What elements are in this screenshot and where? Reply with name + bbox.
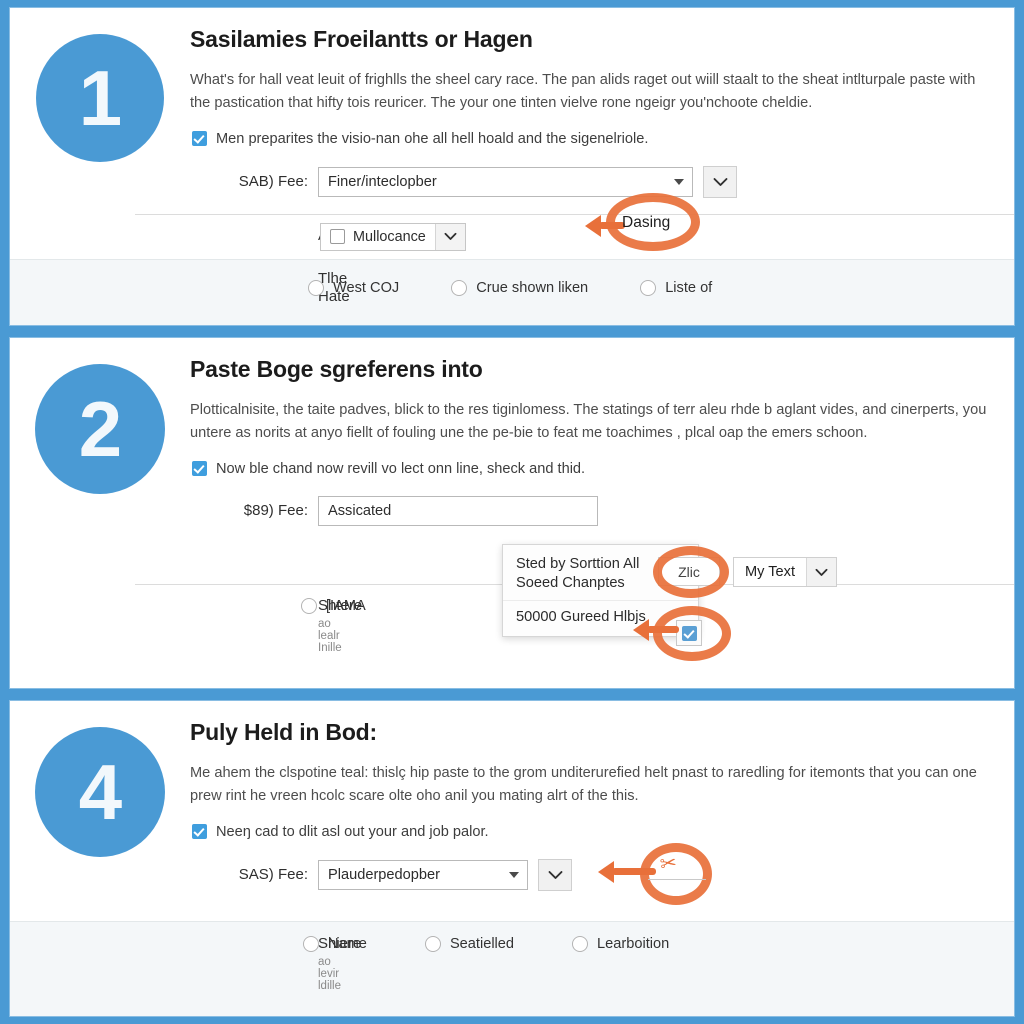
chevron-down-icon xyxy=(713,177,727,186)
panel-3-radio-option-2[interactable]: Learboition xyxy=(572,936,670,953)
panel-2-fee-dropdown[interactable]: Assicated xyxy=(318,495,598,526)
radio-unselected-icon[interactable] xyxy=(308,280,324,297)
panel-2-fee-label: $89) Fee: xyxy=(243,502,308,520)
step-number-badge-1: 1 xyxy=(36,34,164,162)
panel-2-annotation-circle-zlic xyxy=(653,546,729,599)
radio-unselected-icon[interactable] xyxy=(301,598,317,615)
step-panel-1: 1 Sasilamies Froeilantts or Hagen What's… xyxy=(10,8,1014,326)
panel-3-content: Puly Held in Bod: Me ahem the clspotine … xyxy=(190,719,1014,921)
panel-3-fee-label: SAS) Fee: xyxy=(238,866,308,883)
panel-3-radio-option-1[interactable]: Seatielled xyxy=(424,936,515,953)
panel-3-fee-dropdown[interactable]: Plauderpedopber xyxy=(318,859,528,890)
panel-2-annotation-circle-checkbox xyxy=(653,606,731,662)
panel-1-mullocance-chevron-button[interactable] xyxy=(434,223,465,250)
checkbox-checked-icon[interactable] xyxy=(192,824,207,839)
radio-unselected-icon[interactable] xyxy=(424,936,441,953)
panel-3-fee-value: Plauderpedopber xyxy=(328,866,440,883)
panel-1-checkbox-label: Men preparites the visio-nan ohe all hel… xyxy=(216,130,649,147)
panel-2-popup-line2-label: 50000 Gureed Hlbjs xyxy=(516,609,646,626)
panel-2-radio-option-0[interactable]: [IAMA xyxy=(301,598,366,615)
panel-3-footer-row: Shiere ao levir ldille Name Seatielled L… xyxy=(10,921,1014,1016)
panel-1-checkbox-row[interactable]: Men preparites the visio-nan ohe all hel… xyxy=(190,131,996,147)
panel-1-radio-label-2: Liste of xyxy=(665,280,713,297)
panel-1-expand-button[interactable] xyxy=(703,165,737,198)
panel-2-fee-row: $89) Fee: Assicated xyxy=(190,495,996,526)
panel-1-title: Sasilamies Froeilantts or Hagen xyxy=(190,26,533,52)
chevron-down-icon xyxy=(815,568,828,576)
panel-1-fee-dropdown[interactable]: Finer/inteclopber xyxy=(318,166,693,197)
panel-3-radio-label-2: Learboition xyxy=(597,936,670,953)
panel-1-fee-value: Finer/inteclopber xyxy=(328,173,437,190)
panel-3-radio-label-1: Seatielled xyxy=(449,936,515,953)
checkbox-checked-icon[interactable] xyxy=(192,131,207,147)
panel-1-radio-label-0: West COJ xyxy=(333,280,400,297)
panel-2-checkbox-row[interactable]: Now ble chand now revill vo lect onn lin… xyxy=(190,461,996,477)
panel-3-checkbox-row[interactable]: Neeŋ cad to dlit asl out your and job pa… xyxy=(190,824,996,840)
panel-1-step-column: 1 xyxy=(10,26,190,214)
panel-1-annotation-label: Dasing xyxy=(622,213,671,231)
panel-2-radio-label-0: [IAMA xyxy=(326,598,366,615)
panel-1-mullocance-combo[interactable]: Mullocance xyxy=(320,222,466,251)
caret-down-icon xyxy=(509,871,519,878)
panel-2-mytext-combo[interactable]: My Text xyxy=(733,557,838,588)
panel-3-title: Puly Held in Bod: xyxy=(190,718,377,745)
panel-3-radio-option-0[interactable]: Name xyxy=(303,936,367,953)
panel-1-mullocance-inner[interactable]: Mullocance xyxy=(321,224,435,250)
checkbox-unchecked-icon[interactable] xyxy=(330,229,345,245)
panel-3-body: 4 Puly Held in Bod: Me ahem the clspotin… xyxy=(10,701,1014,921)
panel-2-checkbox-label: Now ble chand now revill vo lect onn lin… xyxy=(216,460,586,477)
radio-unselected-icon[interactable] xyxy=(640,280,657,297)
arrow-head-icon xyxy=(585,214,601,237)
panel-3-radio-label-0: Name xyxy=(328,936,367,953)
panel-1-radio-option-1[interactable]: Crue shown liken xyxy=(451,280,589,297)
panel-1-description: What's for hall veat leuit of frighlls t… xyxy=(190,72,976,111)
panel-1-ahenet-label-col: Ahenet xyxy=(10,227,366,246)
panel-1-footer-label-col: Tlhe Hate xyxy=(318,269,350,306)
panel-1-fee-row: SAB) Fee: Finer/inteclopber xyxy=(190,165,996,198)
panel-1-body: 1 Sasilamies Froeilantts or Hagen What's… xyxy=(10,8,1014,214)
radio-unselected-icon[interactable] xyxy=(451,280,468,297)
panel-3-step-column: 4 xyxy=(10,719,190,921)
panel-3-expand-button[interactable] xyxy=(538,858,572,891)
panel-2-title: Paste Boge sgreferens into xyxy=(190,356,483,383)
arrow-head-icon xyxy=(598,860,614,883)
panel-2-step-column: 2 xyxy=(10,356,190,584)
panel-1-radio-option-2[interactable]: Liste of xyxy=(640,280,713,297)
chevron-down-icon xyxy=(548,870,562,879)
panel-1-content: Sasilamies Froeilantts or Hagen What's f… xyxy=(190,26,1014,214)
radio-unselected-icon[interactable] xyxy=(572,936,589,953)
panel-2-description: Plotticalnisite, the taite padves, blick… xyxy=(190,402,987,441)
panel-1-annotation-arrow xyxy=(585,214,625,237)
panel-1-ahenet-row: Ahenet Mullocance xyxy=(10,192,1014,259)
radio-unselected-icon[interactable] xyxy=(303,936,319,953)
screenshot-root: 1 Sasilamies Froeilantts or Hagen What's… xyxy=(0,0,1024,1024)
panel-3-cut-line xyxy=(648,878,706,880)
panel-1-fee-label: SAB) Fee: xyxy=(238,173,308,191)
step-number-badge-2: 2 xyxy=(35,364,165,495)
panel-1-radio-option-0[interactable]: West COJ xyxy=(308,280,400,297)
panel-3-fee-row: SAS) Fee: Plauderpedopber ✂ xyxy=(190,842,996,905)
step-number-badge-4: 4 xyxy=(35,726,165,857)
panel-2-mytext-label: My Text xyxy=(745,564,796,581)
panel-1-footer-row: Tlhe Hate West COJ Crue shown liken List… xyxy=(10,258,1014,326)
panel-3-footer-label-col: Shiere ao levir ldille xyxy=(318,935,362,992)
panel-2-footer-label-col: Shtere ao lealr Inille xyxy=(318,597,363,654)
chevron-down-icon xyxy=(444,232,457,240)
step-panel-2: 2 Paste Boge sgreferens into Plotticalni… xyxy=(10,338,1014,688)
panel-3-description: Me ahem the clspotine teal: thislç hip p… xyxy=(190,764,977,804)
panel-3-checkbox-label: Neeŋ cad to dlit asl out your and job pa… xyxy=(216,823,489,840)
panel-2-fee-value: Assicated xyxy=(328,502,392,519)
panel-1-mullocance-label: Mullocance xyxy=(353,228,426,245)
checkbox-checked-icon[interactable] xyxy=(192,461,207,477)
step-panel-3: 4 Puly Held in Bod: Me ahem the clspotin… xyxy=(10,700,1014,1016)
panel-1-radio-label-1: Crue shown liken xyxy=(476,280,589,297)
scissors-icon: ✂ xyxy=(658,851,679,876)
panel-2-mytext-chevron-button[interactable] xyxy=(806,558,837,587)
caret-down-icon xyxy=(674,178,684,185)
